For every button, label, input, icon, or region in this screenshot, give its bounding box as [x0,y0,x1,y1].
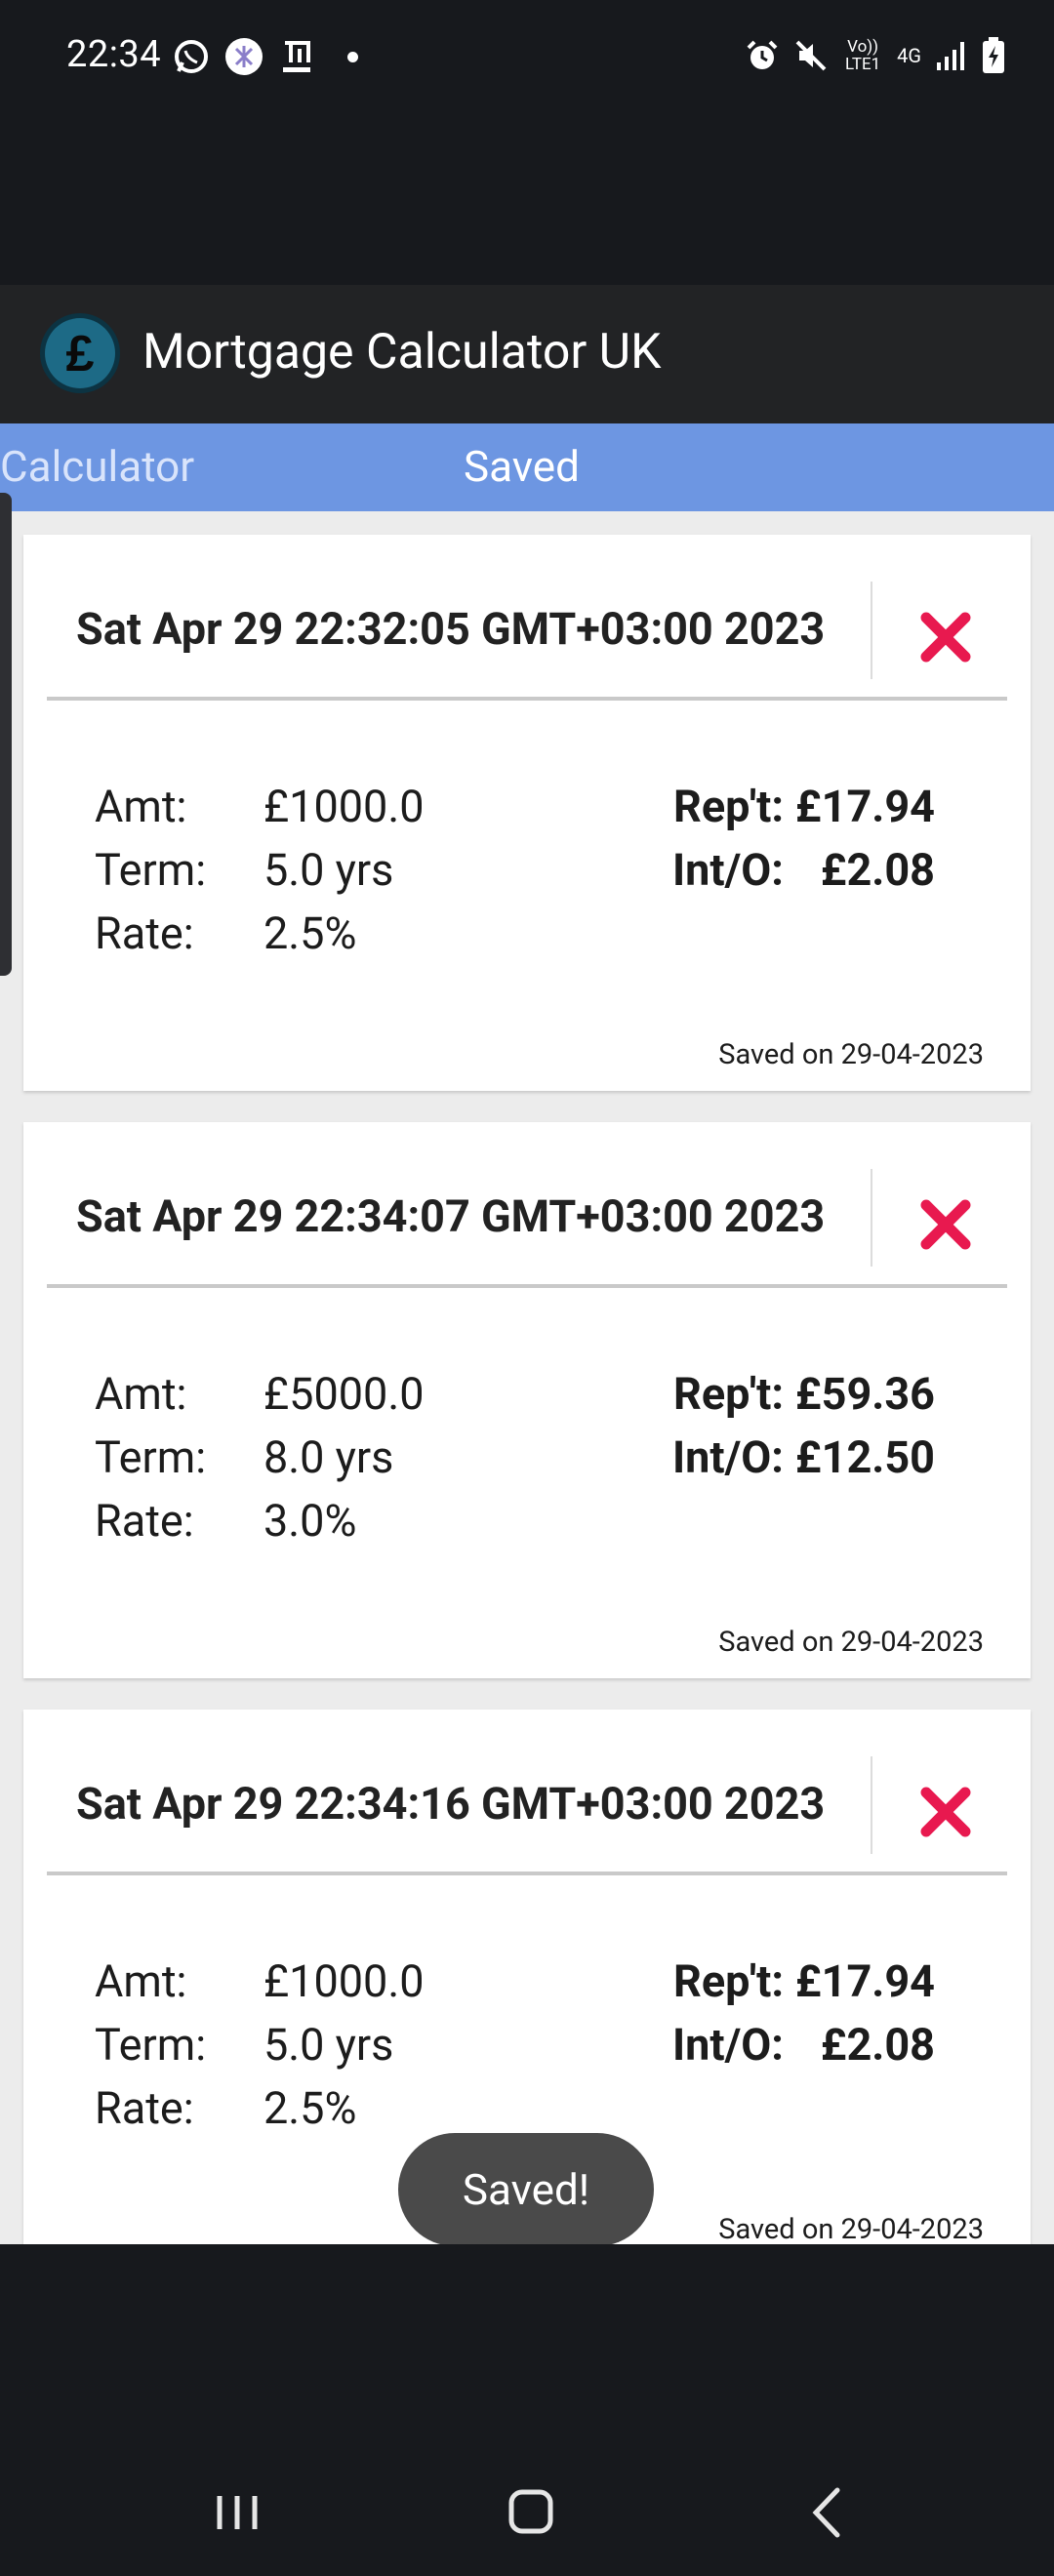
card-header: Sat Apr 29 22:34:16 GMT+03:00 2023 [23,1710,1031,1875]
status-time: 22:34 [66,33,162,76]
card-title: Sat Apr 29 22:32:05 GMT+03:00 2023 [76,603,826,655]
toast-message: Saved! [398,2133,654,2246]
divider [871,1756,872,1854]
divider [47,1872,1007,1875]
amount-value: £5000.0 [264,1368,425,1420]
rate-value: 3.0% [264,1495,357,1547]
saved-card: Sat Apr 29 22:34:07 GMT+03:00 2023 Amt: … [23,1122,1031,1678]
signal-icon [937,42,964,70]
term-label: Term: [95,2019,207,2071]
edge-panel-handle[interactable] [0,493,12,976]
term-label: Term: [95,1431,207,1483]
term-value: 8.0 yrs [264,1431,394,1483]
interest-label: Int/O: [671,844,784,896]
hebrew-app-icon [283,41,310,72]
mute-icon [795,40,827,71]
repayment-label: Rep't: [673,1368,784,1420]
battery-charging-icon [983,37,1004,73]
delete-icon[interactable] [902,1768,990,1856]
interest-label: Int/O: [671,2019,784,2071]
term-value: 5.0 yrs [264,844,394,896]
recent-apps-icon[interactable] [198,2478,276,2547]
repayment-value: £17.94 [794,781,935,832]
interest-value: £2.08 [820,2019,935,2071]
rate-label: Rate: [95,1495,194,1547]
status-spacer [0,117,1054,285]
home-icon[interactable] [492,2478,570,2547]
app-icon [225,38,263,75]
rate-label: Rate: [95,2082,194,2134]
divider [47,697,1007,701]
tab-calculator[interactable]: Calculator [0,441,194,492]
rate-value: 2.5% [264,2082,357,2134]
amount-label: Amt: [95,781,187,832]
repayment-value: £17.94 [794,1955,935,2007]
svg-text:£: £ [66,326,95,382]
repayment-label: Rep't: [673,781,784,832]
divider [871,1169,872,1267]
amount-value: £1000.0 [264,1955,425,2007]
repayment-value: £59.36 [794,1368,935,1420]
rate-label: Rate: [95,907,194,959]
card-title: Sat Apr 29 22:34:07 GMT+03:00 2023 [76,1190,826,1242]
back-icon[interactable] [789,2478,867,2547]
pound-sign-icon: £ [40,313,120,393]
tab-bar: Calculator Saved [0,423,1054,511]
card-header: Sat Apr 29 22:34:07 GMT+03:00 2023 [23,1122,1031,1288]
amount-label: Amt: [95,1368,187,1420]
rate-value: 2.5% [264,907,357,959]
app-title: Mortgage Calculator UK [142,324,662,381]
dot-icon [347,51,358,62]
saved-list[interactable]: Sat Apr 29 22:32:05 GMT+03:00 2023 Amt: … [0,511,1054,2244]
amount-label: Amt: [95,1955,187,2007]
card-title: Sat Apr 29 22:34:16 GMT+03:00 2023 [76,1778,826,1830]
status-bar: 22:34 Vo)) LTE1 4G [0,0,1054,117]
saved-date: Saved on 29-04-2023 [718,1038,984,1071]
saved-date: Saved on 29-04-2023 [718,1626,984,1659]
term-label: Term: [95,844,207,896]
volte-icon: Vo)) LTE1 [845,37,881,74]
delete-icon[interactable] [902,1181,990,1268]
alarm-icon [747,40,778,69]
amount-value: £1000.0 [264,781,425,832]
saved-date: Saved on 29-04-2023 [718,2213,984,2244]
divider [871,582,872,679]
tab-saved[interactable]: Saved [464,441,580,492]
card-header: Sat Apr 29 22:32:05 GMT+03:00 2023 [23,535,1031,701]
delete-icon[interactable] [902,593,990,681]
4g-icon: 4G [897,44,921,67]
saved-card: Sat Apr 29 22:32:05 GMT+03:00 2023 Amt: … [23,535,1031,1091]
interest-label: Int/O: [671,1431,784,1483]
interest-value: £12.50 [794,1431,935,1483]
divider [47,1284,1007,1288]
interest-value: £2.08 [820,844,935,896]
repayment-label: Rep't: [673,1955,784,2007]
whatsapp-icon [175,40,208,73]
term-value: 5.0 yrs [264,2019,394,2071]
